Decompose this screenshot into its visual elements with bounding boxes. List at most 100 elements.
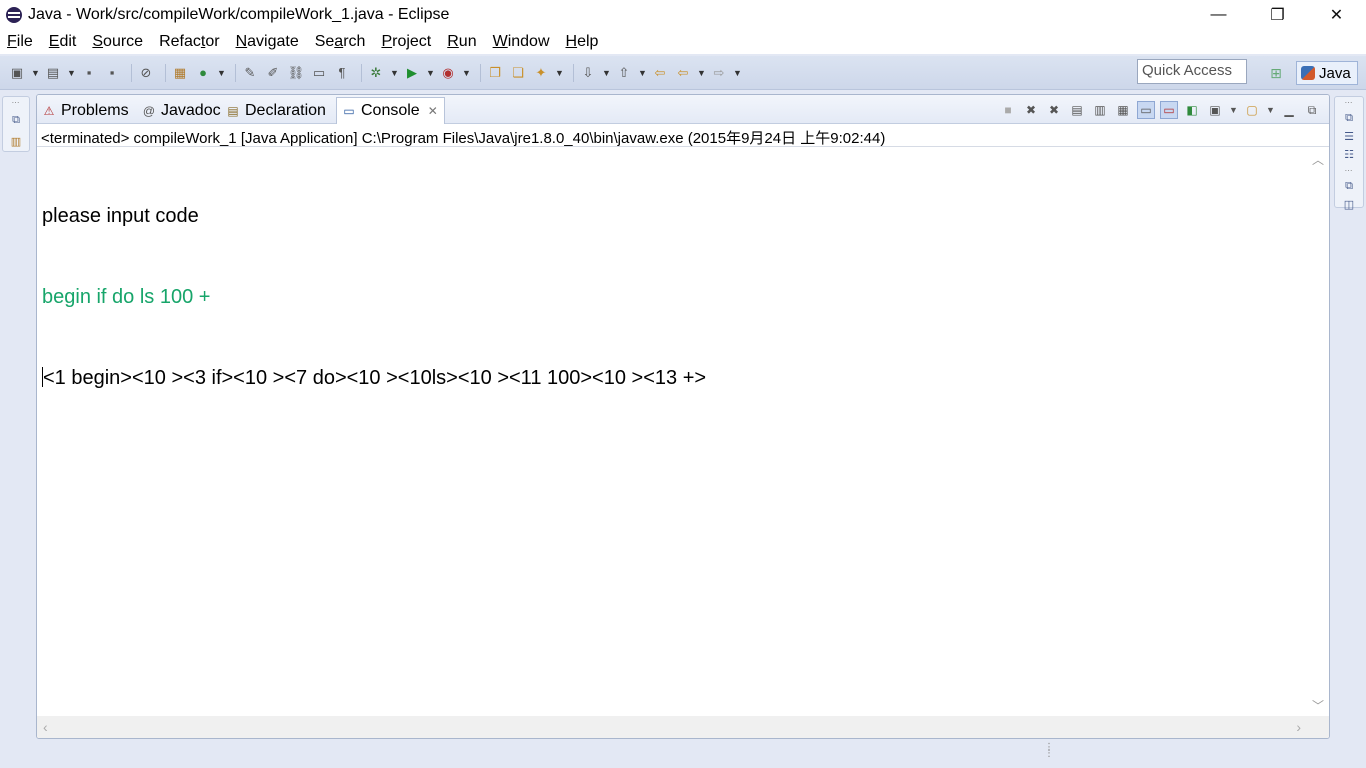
open-folder-icon[interactable]: ❏ [509,64,527,82]
toggle-icon[interactable]: ▭ [310,64,328,82]
debug-dropdown-icon[interactable]: ▼ [390,68,399,78]
toolbar-separator [480,63,481,82]
launch-description: <terminated> compileWork_1 [Java Applica… [41,130,886,147]
new-class-icon[interactable]: ● [194,64,212,82]
tab-console-label: Console [361,102,420,119]
restore-icon[interactable]: ⧉ [8,112,24,128]
remove-launch-icon[interactable]: ✖ [1022,101,1040,119]
toolbar-separator [165,63,166,82]
menu-project[interactable]: Project [381,33,431,51]
minimize-button[interactable]: — [1189,0,1248,30]
search-dropdown-icon[interactable]: ▼ [555,68,564,78]
outline-icon[interactable]: ☷ [1341,148,1357,161]
scroll-lock-icon[interactable]: ▥ [1091,101,1109,119]
menu-navigate[interactable]: Navigate [236,33,299,51]
new-project-icon[interactable]: ▤ [44,64,62,82]
external-tools-icon[interactable]: ◉ [439,64,457,82]
console-icon: ▭ [343,104,355,118]
display-console-dropdown-icon[interactable]: ▼ [1229,101,1238,119]
back-dropdown-icon[interactable]: ▼ [697,68,706,78]
trim-grip-icon[interactable]: ⋯ [1345,167,1354,175]
previous-annotation-dropdown-icon[interactable]: ▼ [638,68,647,78]
forward-dropdown-icon[interactable]: ▼ [733,68,742,78]
show-on-stdout-icon[interactable]: ▭ [1137,101,1155,119]
previous-annotation-icon[interactable]: ⇧ [615,64,633,82]
word-wrap-icon[interactable]: ▦ [1114,101,1132,119]
menu-window[interactable]: Window [493,33,550,51]
menu-source[interactable]: Source [92,33,143,51]
external-tools-dropdown-icon[interactable]: ▼ [462,68,471,78]
terminate-icon[interactable]: ■ [999,101,1017,119]
skip-breakpoints-icon[interactable]: ⊘ [137,64,155,82]
debug-icon[interactable]: ✲ [367,64,385,82]
java-perspective-button[interactable]: Java [1296,61,1358,85]
forward-icon[interactable]: ⇨ [710,64,728,82]
scroll-left-icon[interactable]: ‹ [43,719,48,735]
display-console-icon[interactable]: ▣ [1206,101,1224,119]
scroll-up-icon[interactable]: ︿ [1312,151,1324,168]
status-bar-grip-icon[interactable]: ⋮ ⋮ [1044,743,1054,759]
clear-console-icon[interactable]: ▤ [1068,101,1086,119]
open-type-hierarchy-icon[interactable]: ❐ [486,64,504,82]
save-icon[interactable]: ▪ [80,64,98,82]
toolbar-separator [131,63,132,82]
vertical-scrollbar[interactable]: ︿ ﹀ [1307,149,1329,716]
search-icon[interactable]: ✦ [532,64,550,82]
declaration-icon: ▤ [227,103,239,118]
new-icon[interactable]: ▣ [8,64,26,82]
link-icon[interactable]: ⛓ [287,64,305,82]
restore-icon[interactable]: ⧉ [1341,112,1357,125]
new-package-icon[interactable]: ▦ [171,64,189,82]
menu-refactor[interactable]: Refactor [159,33,219,51]
pilcrow-icon[interactable]: ¶ [333,64,351,82]
tab-declaration[interactable]: ▤ Declaration [225,97,326,124]
open-perspective-icon[interactable]: ⊞ [1266,63,1286,83]
tab-problems[interactable]: ⚠ Problems [41,97,129,124]
trim-grip-icon[interactable]: ⋯ [12,99,21,107]
menu-search[interactable]: Search [315,33,366,51]
java-perspective-icon [1301,66,1315,80]
package-explorer-icon[interactable]: ▥ [8,133,24,149]
menu-file[interactable]: File [7,33,33,51]
last-edit-location-icon[interactable]: ⇦ [651,64,669,82]
new-dropdown-icon[interactable]: ▼ [31,68,40,78]
quick-access-field[interactable]: Quick Access [1137,59,1247,84]
next-annotation-icon[interactable]: ⇩ [579,64,597,82]
run-icon[interactable]: ▶ [403,64,421,82]
toolbar-separator [361,63,362,82]
menu-help[interactable]: Help [566,33,599,51]
next-annotation-dropdown-icon[interactable]: ▼ [602,68,611,78]
remove-all-terminated-icon[interactable]: ✖ [1045,101,1063,119]
maximize-button[interactable]: ❐ [1248,0,1307,30]
open-type-icon[interactable]: ✎ [241,64,259,82]
scroll-down-icon[interactable]: ﹀ [1312,697,1324,714]
scroll-right-icon[interactable]: › [1296,719,1301,735]
task-list-icon[interactable]: ☰ [1341,130,1357,143]
show-on-stderr-icon[interactable]: ▭ [1160,101,1178,119]
trim-grip-icon[interactable]: ⋯ [1345,99,1354,107]
run-dropdown-icon[interactable]: ▼ [426,68,435,78]
tab-console[interactable]: ▭ Console ✕ [336,97,445,124]
console-view-toolbar: ■ ✖ ✖ ▤ ▥ ▦ ▭ ▭ ◧ ▣ ▼ ▢ ▼ ▁ ⧉ [994,99,1321,121]
menu-bar: File Edit Source Refactor Navigate Searc… [0,30,1366,54]
restore-icon[interactable]: ⧉ [1341,180,1357,193]
close-tab-icon[interactable]: ✕ [428,104,438,118]
pin-console-icon[interactable]: ◧ [1183,101,1201,119]
title-bar: Java - Work/src/compileWork/compileWork_… [0,0,1366,30]
console-output[interactable]: please input code begin if do ls 100 + <… [42,149,1304,446]
new-class-dropdown-icon[interactable]: ▼ [217,68,226,78]
maximize-view-icon[interactable]: ⧉ [1303,101,1321,119]
open-console-dropdown-icon[interactable]: ▼ [1266,101,1275,119]
minimize-view-icon[interactable]: ▁ [1280,101,1298,119]
save-all-icon[interactable]: ▪ [103,64,121,82]
new-project-dropdown-icon[interactable]: ▼ [67,68,76,78]
close-button[interactable]: ✕ [1307,0,1366,30]
brush-icon[interactable]: ✐ [264,64,282,82]
open-console-icon[interactable]: ▢ [1243,101,1261,119]
back-icon[interactable]: ⇦ [674,64,692,82]
tab-javadoc[interactable]: @ Javadoc [141,97,221,124]
menu-run[interactable]: Run [447,33,476,51]
layout-icon[interactable]: ◫ [1341,198,1357,211]
menu-edit[interactable]: Edit [49,33,77,51]
horizontal-scrollbar[interactable]: ‹ › [37,716,1307,738]
